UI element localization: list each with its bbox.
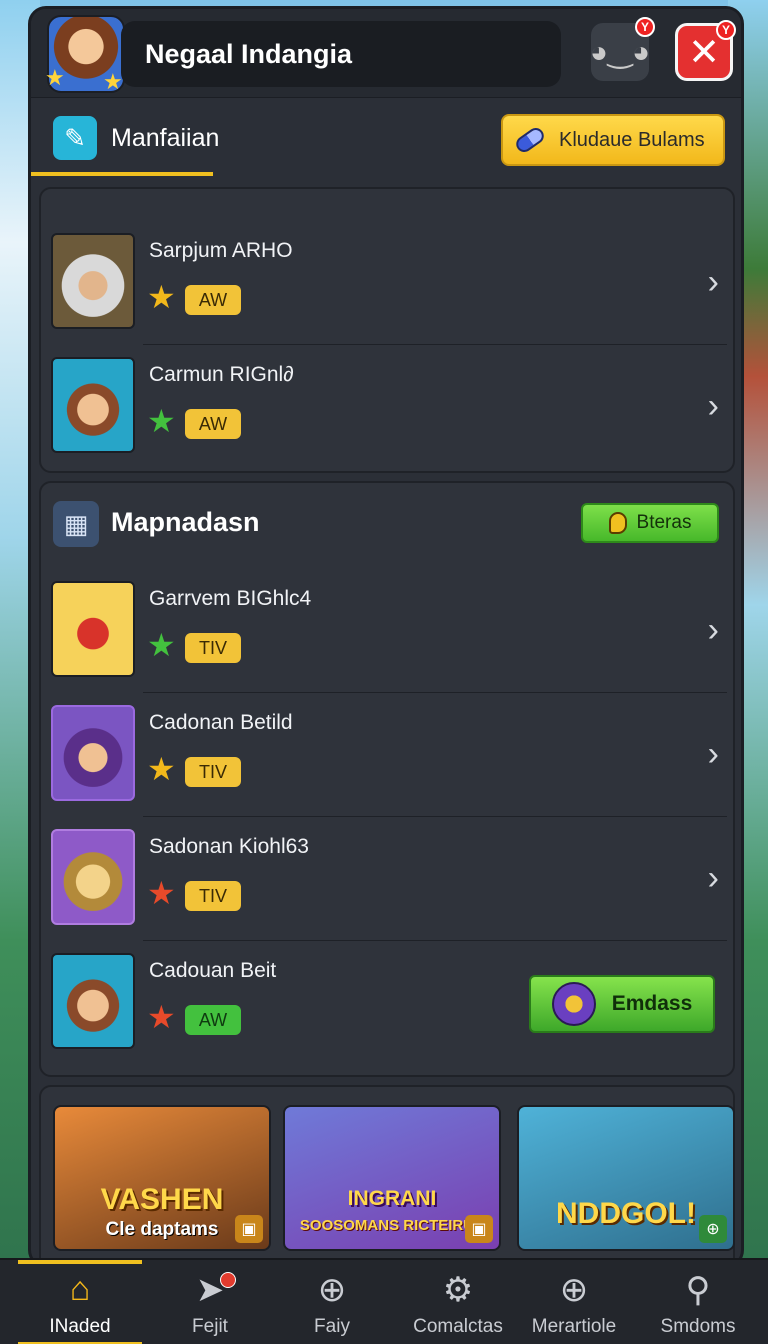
list-item-name: Cadonan Betild <box>149 711 293 734</box>
capsule-icon <box>513 124 547 156</box>
home-icon: ⌂ <box>69 1270 91 1308</box>
nav-label: Faiy <box>314 1316 350 1337</box>
list-item[interactable]: Cadouan Beit ★ AW Emdass <box>51 945 727 1065</box>
star-icon: ★ <box>45 65 65 90</box>
list-item[interactable]: Carmun RIGnl∂ ★ AW › <box>51 349 727 469</box>
list-item-name: Sarpjum ARHO <box>149 239 293 262</box>
chevron-right-icon[interactable]: › <box>708 263 719 302</box>
card-title: VASHEN <box>100 1183 224 1216</box>
cat-face-icon: ◕‿◕ <box>589 35 651 69</box>
chevron-right-icon[interactable]: › <box>708 387 719 426</box>
nav-item-merartiole[interactable]: ⊕ Merartiole <box>512 1260 636 1344</box>
ear-icon <box>608 512 627 534</box>
notification-badge: Y <box>635 17 655 37</box>
star-icon: ★ <box>147 751 176 787</box>
emdass-button[interactable]: Emdass <box>529 975 715 1033</box>
close-button[interactable]: ✕ Y <box>675 20 736 81</box>
page-title: Negaal Indangia <box>121 21 561 87</box>
divider <box>143 692 727 693</box>
character-portrait <box>51 953 135 1049</box>
star-icon: ★ <box>147 999 176 1035</box>
featured-cards: VASHEN Cle daptams ▣ INGRANI SOOSOMANS R… <box>39 1085 735 1265</box>
notification-badge <box>220 1272 236 1288</box>
star-icon: ★ <box>147 279 176 315</box>
tab-manfaiian[interactable]: Manfaiian <box>111 124 219 153</box>
card-badge-icon: ⊕ <box>699 1215 727 1243</box>
plus-circle-icon: ⊕ <box>317 1271 347 1309</box>
nav-label: Fejit <box>192 1316 228 1337</box>
character-portrait <box>51 705 135 801</box>
featured-card[interactable]: INGRANI SOOSOMANS RICTEIRUS ▣ <box>283 1105 501 1251</box>
card-badge-icon: ▣ <box>465 1215 493 1243</box>
featured-card[interactable]: NDDGOL! ⊕ <box>517 1105 735 1251</box>
kludaue-bulams-button[interactable]: Kludaue Bulams <box>501 114 725 166</box>
nav-label: Merartiole <box>531 1316 617 1337</box>
star-icon: ★ <box>103 69 123 94</box>
list-item-name: Sadonan Kiohl63 <box>149 835 309 858</box>
star-icon: ★ <box>147 875 176 911</box>
divider <box>143 344 727 345</box>
nav-item-faiy[interactable]: ⊕ Faiy <box>270 1260 394 1344</box>
edit-icon: ✎ <box>53 116 97 160</box>
search-icon: ⚲ <box>685 1271 711 1309</box>
list-item[interactable]: Garrvem BIGhlc4 ★ TIV › <box>51 573 727 693</box>
divider <box>143 816 727 817</box>
bottom-nav: ⌂ INaded ➤ Fejit ⊕ Faiy ⚙ Comalctas ⊕ Me… <box>0 1258 768 1344</box>
rank-badge: AW <box>185 1005 241 1035</box>
list-item[interactable]: Cadonan Betild ★ TIV › <box>51 697 727 817</box>
nav-item-comalctas[interactable]: ⚙ Comalctas <box>396 1260 520 1344</box>
tab-bar: ✎ Manfaiian Kludaue Bulams <box>31 97 741 179</box>
nav-item-smdoms[interactable]: ⚲ Smdoms <box>636 1260 760 1344</box>
list-item[interactable]: Sadonan Kiohl63 ★ TIV › <box>51 821 727 941</box>
add-circle-icon: ⊕ <box>559 1271 589 1309</box>
gem-cluster-icon <box>551 982 596 1026</box>
featured-card[interactable]: VASHEN Cle daptams ▣ <box>53 1105 271 1251</box>
rank-badge: TIV <box>185 633 241 663</box>
rank-badge: AW <box>185 409 241 439</box>
chevron-right-icon[interactable]: › <box>708 735 719 774</box>
character-portrait <box>51 829 135 925</box>
nav-label: Comalctas <box>413 1316 503 1337</box>
card-badge-icon: ▣ <box>235 1215 263 1243</box>
section-title: Mapnadasn <box>111 507 260 537</box>
nav-item-home[interactable]: ⌂ INaded <box>18 1260 142 1344</box>
divider <box>143 940 727 941</box>
character-portrait <box>51 357 135 453</box>
rank-badge: TIV <box>185 757 241 787</box>
chevron-right-icon[interactable]: › <box>708 859 719 898</box>
list-item-name: Garrvem BIGhlc4 <box>149 587 312 610</box>
close-badge: Y <box>716 20 736 40</box>
cat-mascot-icon[interactable]: ◕‿◕ Y <box>589 17 655 81</box>
bteras-button[interactable]: Bteras <box>581 503 719 543</box>
item-portrait <box>51 581 135 677</box>
share-icon: ➤ <box>195 1271 225 1309</box>
avatar[interactable]: ★ ★ <box>45 15 125 94</box>
close-icon: ✕ <box>688 31 720 74</box>
section-mapnadasn: ▦ Mapnadasn Bteras Garrvem BIGhlc4 ★ TIV… <box>39 481 735 1077</box>
layout-icon: ▦ <box>53 501 99 547</box>
rank-badge: AW <box>185 285 241 315</box>
card-title: INGRANI <box>347 1187 437 1210</box>
star-icon: ★ <box>147 627 176 663</box>
header: ★ ★ Negaal Indangia ◕‿◕ Y ✕ Y <box>31 9 741 97</box>
bteras-label: Bteras <box>636 512 692 533</box>
nav-label: INaded <box>49 1316 111 1337</box>
list-item[interactable]: Sarpjum ARHO ★ AW › <box>51 225 727 345</box>
character-portrait <box>51 233 135 329</box>
list-item-name: Cadouan Beit <box>149 959 277 982</box>
emdass-label: Emdass <box>611 992 693 1015</box>
chevron-right-icon[interactable]: › <box>708 611 719 650</box>
gear-icon: ⚙ <box>442 1271 474 1309</box>
star-icon: ★ <box>147 403 176 439</box>
main-panel: ★ ★ Negaal Indangia ◕‿◕ Y ✕ Y ✎ Manfaiia… <box>28 6 744 1268</box>
tab-active-indicator <box>31 172 213 176</box>
section-list-1: Sarpjum ARHO ★ AW › Carmun RIGnl∂ ★ AW › <box>39 187 735 473</box>
rank-badge: TIV <box>185 881 241 911</box>
nav-item-fejit[interactable]: ➤ Fejit <box>148 1260 272 1344</box>
list-item-name: Carmun RIGnl∂ <box>149 363 294 386</box>
kludaue-bulams-label: Kludaue Bulams <box>559 128 705 151</box>
nav-label: Smdoms <box>660 1316 736 1337</box>
